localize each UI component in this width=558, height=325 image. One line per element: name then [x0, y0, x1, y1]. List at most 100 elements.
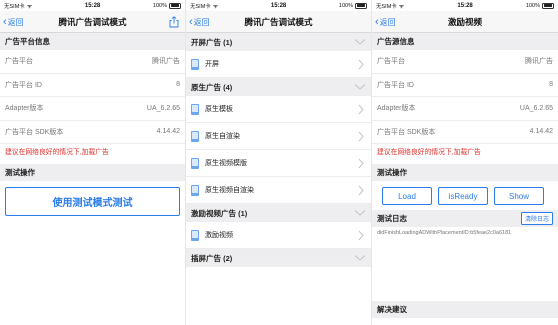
status-time: 15:28 — [84, 2, 101, 9]
status-time: 15:28 — [457, 2, 473, 9]
screen-ad-list: 无SIM卡 ᯤ 15:28 100% ‹ 返回 腾讯广告调试模式 开屏广告 (1) … — [186, 0, 371, 325]
ad-item-native-self-render[interactable]: 原生自渲染 — [186, 123, 371, 150]
back-label: 返回 — [379, 17, 396, 27]
ad-item-rewarded-video[interactable]: 激励视频 — [186, 222, 371, 249]
battery-label: 100% — [525, 2, 540, 9]
info-value: 腾讯广告 — [152, 58, 180, 66]
ad-item-native-video-self-render[interactable]: 原生视频自渲染 — [186, 177, 371, 204]
carrier-label: 无SIM卡 — [190, 3, 211, 10]
ad-item-label: 原生模板 — [205, 106, 233, 113]
info-value: 8 — [549, 81, 553, 89]
info-row: 广告平台 腾讯广告 — [0, 50, 185, 74]
info-key: Adapter版本 — [5, 105, 44, 113]
clear-log-button[interactable]: 清除日志 — [520, 212, 553, 225]
phone-icon — [191, 157, 199, 169]
status-bar: 无SIM卡 ᯤ 15:28 100% — [186, 0, 371, 11]
network-warning: 建议在网络良好的情况下,加载广告 — [5, 149, 109, 156]
battery-icon — [541, 2, 554, 9]
group-header-rewarded-video[interactable]: 激励视频广告 (1) — [186, 204, 371, 222]
group-header-native[interactable]: 原生广告 (4) — [186, 78, 371, 96]
group-header-splash[interactable]: 开屏广告 (1) — [186, 33, 371, 51]
section-platform-info: 广告平台信息 — [0, 33, 185, 50]
chevron-down-icon — [354, 255, 366, 261]
group-title: 原生广告 (4) — [191, 82, 233, 92]
phone-icon — [191, 130, 199, 142]
is-ready-button[interactable]: isReady — [438, 187, 488, 205]
info-key: Adapter版本 — [377, 105, 416, 113]
ad-item-splash[interactable]: 开屏 — [186, 51, 371, 78]
page-title: 激励视频 — [447, 16, 482, 27]
back-label: 返回 — [7, 17, 24, 27]
info-key: 广告平台 — [377, 58, 405, 66]
page-title: 腾讯广告调试模式 — [244, 16, 313, 27]
screen-rewarded-video: 无SIM卡 ᯤ 15:28 100% ‹ 返回 激励视频 广告源信息 广告平台 腾讯广… — [372, 0, 558, 325]
chevron-right-icon — [358, 59, 364, 70]
ad-item-label: 激励视频 — [205, 232, 233, 239]
info-row: Adapter版本 UA_6.2.65 — [0, 97, 185, 121]
section-test-operations: 测试操作 — [0, 164, 185, 181]
wifi-icon: ᯤ — [212, 3, 219, 10]
ad-item-label: 开屏 — [205, 61, 219, 68]
group-title: 激励视频广告 (1) — [191, 208, 248, 218]
phone-icon — [191, 229, 199, 241]
group-header-interstitial[interactable]: 插屏广告 (2) — [186, 249, 371, 267]
info-row: 广告平台 ID 8 — [0, 74, 185, 97]
nav-bar: ‹ 返回 腾讯广告调试模式 — [0, 11, 185, 33]
info-row: 广告平台 腾讯广告 — [372, 50, 558, 74]
show-button[interactable]: Show — [494, 187, 544, 205]
info-value: UA_6.2.65 — [519, 104, 553, 112]
test-button-row: Load isReady Show — [372, 181, 558, 210]
info-value: 4.14.42 — [529, 128, 553, 136]
load-button[interactable]: Load — [382, 187, 432, 205]
status-bar: 无SIM卡 ᯤ 15:28 100% — [372, 0, 558, 11]
status-time: 15:28 — [270, 2, 287, 9]
info-value: 4.14.42 — [156, 128, 180, 136]
chevron-down-icon — [354, 39, 366, 45]
battery-icon — [354, 2, 367, 9]
chevron-right-icon — [358, 185, 364, 196]
info-value: UA_6.2.65 — [146, 104, 180, 112]
back-button[interactable]: ‹ 返回 — [189, 11, 210, 33]
chevron-left-icon: ‹ — [3, 15, 7, 28]
status-bar: 无SIM卡 ᯤ 15:28 100% — [0, 0, 185, 11]
info-row: 广告平台 ID 8 — [372, 74, 558, 97]
battery-icon — [168, 2, 181, 9]
network-warning: 建议在网络良好的情况下,加载广告 — [377, 149, 481, 156]
info-value: 8 — [176, 81, 180, 89]
back-button[interactable]: ‹ 返回 — [375, 11, 396, 33]
section-test-log: 测试日志 清除日志 — [372, 210, 558, 227]
share-icon[interactable] — [169, 16, 179, 28]
phone-icon — [191, 58, 199, 70]
carrier-label: 无SIM卡 — [376, 3, 397, 10]
phone-icon — [191, 184, 199, 196]
chevron-right-icon — [358, 104, 364, 115]
section-source-info: 广告源信息 — [372, 33, 558, 50]
carrier-label: 无SIM卡 — [4, 3, 25, 10]
phone-icon — [191, 103, 199, 115]
info-row: 广告平台 SDK版本 4.14.42 — [0, 121, 185, 144]
chevron-right-icon — [358, 158, 364, 169]
nav-bar: ‹ 返回 腾讯广告调试模式 — [186, 11, 371, 33]
info-row: Adapter版本 UA_6.2.65 — [372, 97, 558, 121]
chevron-down-icon — [354, 84, 366, 90]
chevron-right-icon — [358, 230, 364, 241]
ad-item-label: 原生视频模版 — [205, 160, 247, 167]
group-title: 开屏广告 (1) — [191, 37, 233, 47]
page-title: 腾讯广告调试模式 — [58, 16, 127, 27]
info-value: 腾讯广告 — [525, 58, 553, 66]
log-line: didFinishLoadingADWithPlacementID:b5feae… — [377, 230, 512, 236]
nav-bar: ‹ 返回 激励视频 — [372, 11, 558, 33]
chevron-left-icon: ‹ — [189, 15, 193, 28]
test-mode-button[interactable]: 使用测试模式测试 — [5, 187, 180, 216]
back-label: 返回 — [193, 17, 210, 27]
back-button[interactable]: ‹ 返回 — [3, 11, 24, 33]
chevron-down-icon — [354, 210, 366, 216]
section-suggestions: 解决建议 — [372, 301, 558, 318]
screen-debug-mode: 无SIM卡 ᯤ 15:28 100% ‹ 返回 腾讯广告调试模式 广告平台信息 广告… — [0, 0, 185, 325]
info-key: 广告平台 — [5, 58, 33, 66]
info-key: 广告平台 ID — [377, 81, 414, 89]
info-key: 广告平台 SDK版本 — [5, 128, 64, 136]
ad-item-native-video-template[interactable]: 原生视频模版 — [186, 150, 371, 177]
ad-item-native-template[interactable]: 原生模板 — [186, 96, 371, 123]
battery-label: 100% — [338, 2, 353, 9]
